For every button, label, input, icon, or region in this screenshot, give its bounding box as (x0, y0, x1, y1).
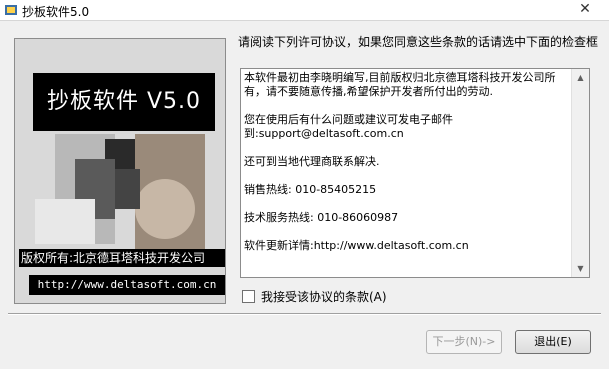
license-line: 您在使用后有什么问题或建议可发电子邮件到:support@deltasoft.c… (244, 113, 453, 140)
license-textbox[interactable]: 本软件最初由李晓明编写,目前版权归北京德耳塔科技开发公司所有，请不要随意传播,希… (240, 68, 590, 278)
title-bar: 抄板软件5.0 ✕ (0, 0, 609, 21)
license-line (244, 141, 572, 155)
license-line (244, 99, 572, 113)
next-button[interactable]: 下一步(N)-> (426, 330, 502, 354)
agree-checkbox[interactable] (242, 290, 255, 303)
exit-button[interactable]: 退出(E) (515, 330, 591, 354)
license-line (244, 225, 572, 239)
separator (8, 313, 601, 315)
banner-image: 抄板软件 V5.0 版权所有:北京德耳塔科技开发公司 http://www.de… (14, 38, 226, 304)
close-button[interactable]: ✕ (565, 0, 605, 18)
banner-copyright: 版权所有:北京德耳塔科技开发公司 (19, 249, 225, 267)
scroll-down-icon[interactable]: ▼ (572, 260, 589, 277)
window-title: 抄板软件5.0 (22, 5, 90, 19)
license-line (244, 169, 572, 183)
license-line: 本软件最初由李晓明编写,目前版权归北京德耳塔科技开发公司所有，请不要随意传播,希… (244, 71, 556, 98)
scroll-up-icon[interactable]: ▲ (572, 69, 589, 86)
license-line (244, 197, 572, 211)
banner-title: 抄板软件 V5.0 (33, 73, 215, 131)
agree-row[interactable]: 我接受该协议的条款(A) (242, 289, 387, 305)
license-line: 软件更新详情:http://www.deltasoft.com.cn (244, 239, 469, 252)
license-line: 还可到当地代理商联系解决. (244, 155, 380, 168)
license-line: 技术服务热线: 010-86060987 (244, 211, 399, 224)
license-text: 本软件最初由李晓明编写,目前版权归北京德耳塔科技开发公司所有，请不要随意传播,希… (244, 71, 572, 253)
banner-url: http://www.deltasoft.com.cn (29, 275, 225, 295)
license-line: 销售热线: 010-85405215 (244, 183, 377, 196)
license-scrollbar[interactable]: ▲ ▼ (571, 69, 589, 277)
instruction-text: 请阅读下列许可协议，如果您同意这些条款的话请选中下面的检查框 (238, 35, 599, 49)
agree-label: 我接受该协议的条款(A) (261, 290, 387, 304)
app-icon (4, 3, 18, 17)
